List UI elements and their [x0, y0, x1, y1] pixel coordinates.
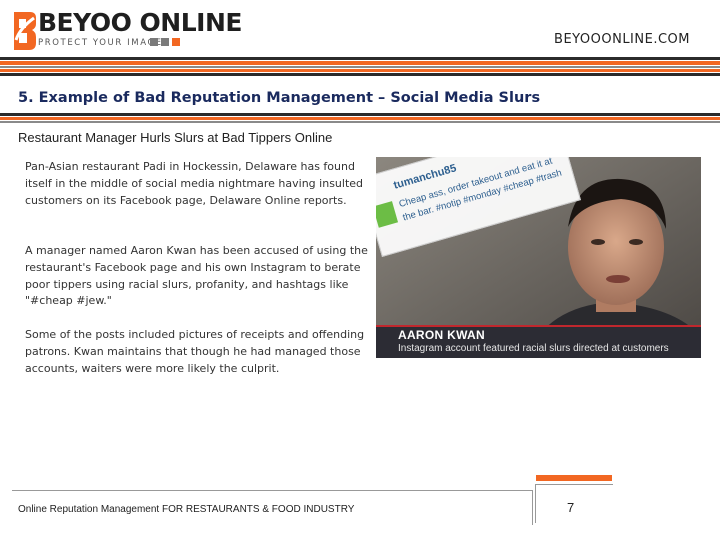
header-stripe-orange-2 [0, 69, 720, 72]
lower-third-accent [376, 325, 701, 327]
paragraph-2: A manager named Aaron Kwan has been accu… [25, 244, 368, 308]
lower-third-name: AARON KWAN [398, 328, 485, 342]
logo-tagline: PROTECT YOUR IMAGE [38, 38, 163, 48]
page-number-accent [536, 475, 612, 481]
lower-third-caption: Instagram account featured racial slurs … [398, 343, 669, 354]
instagram-avatar [376, 201, 399, 228]
news-photo: tumanchu85 18w Cheap ass, order takeout … [376, 157, 701, 358]
paragraph-1: Pan-Asian restaurant Padi in Hockessin, … [25, 160, 364, 207]
footer-text: Online Reputation Management FOR RESTAUR… [18, 504, 355, 515]
logo-mark-icon [14, 12, 36, 50]
header-stripe-orange [0, 61, 720, 65]
paragraph-3: Some of the posts included pictures of r… [25, 328, 365, 375]
logo-text: BEYOO ONLINE [38, 8, 242, 37]
site-url: BEYOOONLINE.COM [554, 32, 690, 47]
title-stripe-orange [0, 117, 720, 120]
header-stripe-top [0, 57, 720, 60]
page-number: 7 [567, 500, 575, 515]
header-stripe-grey [0, 66, 720, 68]
logo-squares [150, 38, 180, 46]
slide-title: 5. Example of Bad Reputation Management … [18, 90, 541, 106]
lower-third: AARON KWAN Instagram account featured ra… [376, 325, 701, 358]
header-stripe-bottom [0, 73, 720, 76]
slide-subtitle: Restaurant Manager Hurls Slurs at Bad Ti… [18, 130, 333, 145]
logo: BEYOO ONLINE PROTECT YOUR IMAGE [10, 8, 242, 50]
title-stripe-dark [0, 113, 720, 116]
title-stripe-grey [0, 121, 720, 123]
